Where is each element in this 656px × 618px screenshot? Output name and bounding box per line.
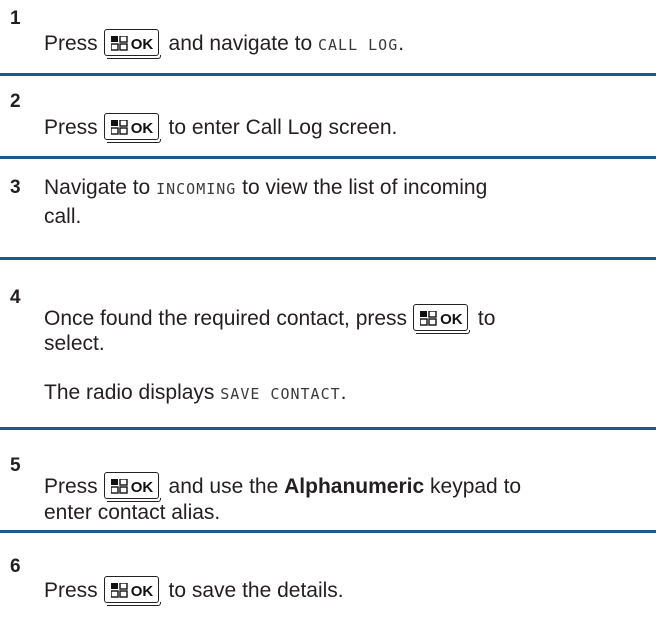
step-text: Press OK to enter Call Log screen. xyxy=(44,113,398,143)
ok-key-label: OK xyxy=(130,479,154,496)
step-text-part: Press xyxy=(44,116,98,139)
step-text-part: . xyxy=(398,32,405,55)
step-note: The radio displays SAVE CONTACT. xyxy=(44,381,346,406)
step-text: Navigate to INCOMING to view the list of… xyxy=(44,176,487,201)
step-text-part: . xyxy=(340,381,347,404)
ok-key-label: OK xyxy=(130,120,154,137)
ok-key-icon: OK xyxy=(103,29,161,59)
step-text: Press OK and navigate to CALL LOG. xyxy=(44,29,405,59)
ok-key-icon: OK xyxy=(103,576,161,606)
step-text: enter contact alias. xyxy=(44,501,221,524)
step-number: 6 xyxy=(10,556,21,577)
step-text-part: Once found the required contact, press xyxy=(44,307,408,330)
ok-key-label: OK xyxy=(440,311,463,328)
step-text-part: The radio displays xyxy=(44,381,215,404)
step-divider xyxy=(0,73,656,76)
step-text-part: to view the list of incoming xyxy=(242,176,488,199)
ok-key-label: OK xyxy=(130,583,154,600)
step-text: Press OK and use the Alphanumeric keypad … xyxy=(44,472,522,502)
step-text-part: and use the xyxy=(168,475,279,498)
ok-key-icon: OK xyxy=(103,113,161,143)
step-text: select. xyxy=(44,332,105,355)
step-text-bold: Alphanumeric xyxy=(284,475,425,498)
step-text-part: and navigate to xyxy=(168,32,313,55)
step-text: Press OK to save the details. xyxy=(44,576,344,606)
step-number: 5 xyxy=(10,455,21,476)
step-text-part: Press xyxy=(44,32,98,55)
step-text: Once found the required contact, press OK… xyxy=(44,304,496,334)
step-divider xyxy=(0,156,656,159)
display-text: CALL LOG xyxy=(318,36,399,54)
step-divider xyxy=(0,257,656,260)
ok-key-icon: OK xyxy=(103,472,161,502)
ok-key-label: OK xyxy=(130,36,154,53)
step-text-part: to xyxy=(477,307,496,330)
step-number: 3 xyxy=(10,177,21,198)
display-text: INCOMING xyxy=(156,180,237,198)
step-number: 2 xyxy=(10,91,21,112)
step-number: 4 xyxy=(10,287,21,308)
step-text-part: keypad to xyxy=(430,475,522,498)
display-text: SAVE CONTACT xyxy=(220,385,341,403)
ok-key-icon: OK xyxy=(413,304,471,334)
step-text-part: Press xyxy=(44,579,98,602)
step-number: 1 xyxy=(10,8,21,29)
step-divider xyxy=(0,530,656,533)
step-text-part: Press xyxy=(44,475,98,498)
step-text-part: Navigate to xyxy=(44,176,151,199)
step-text-part: to save the details. xyxy=(168,579,344,602)
step-divider xyxy=(0,427,656,430)
step-text-part: to enter Call Log screen. xyxy=(168,116,398,139)
step-text: call. xyxy=(44,205,82,228)
